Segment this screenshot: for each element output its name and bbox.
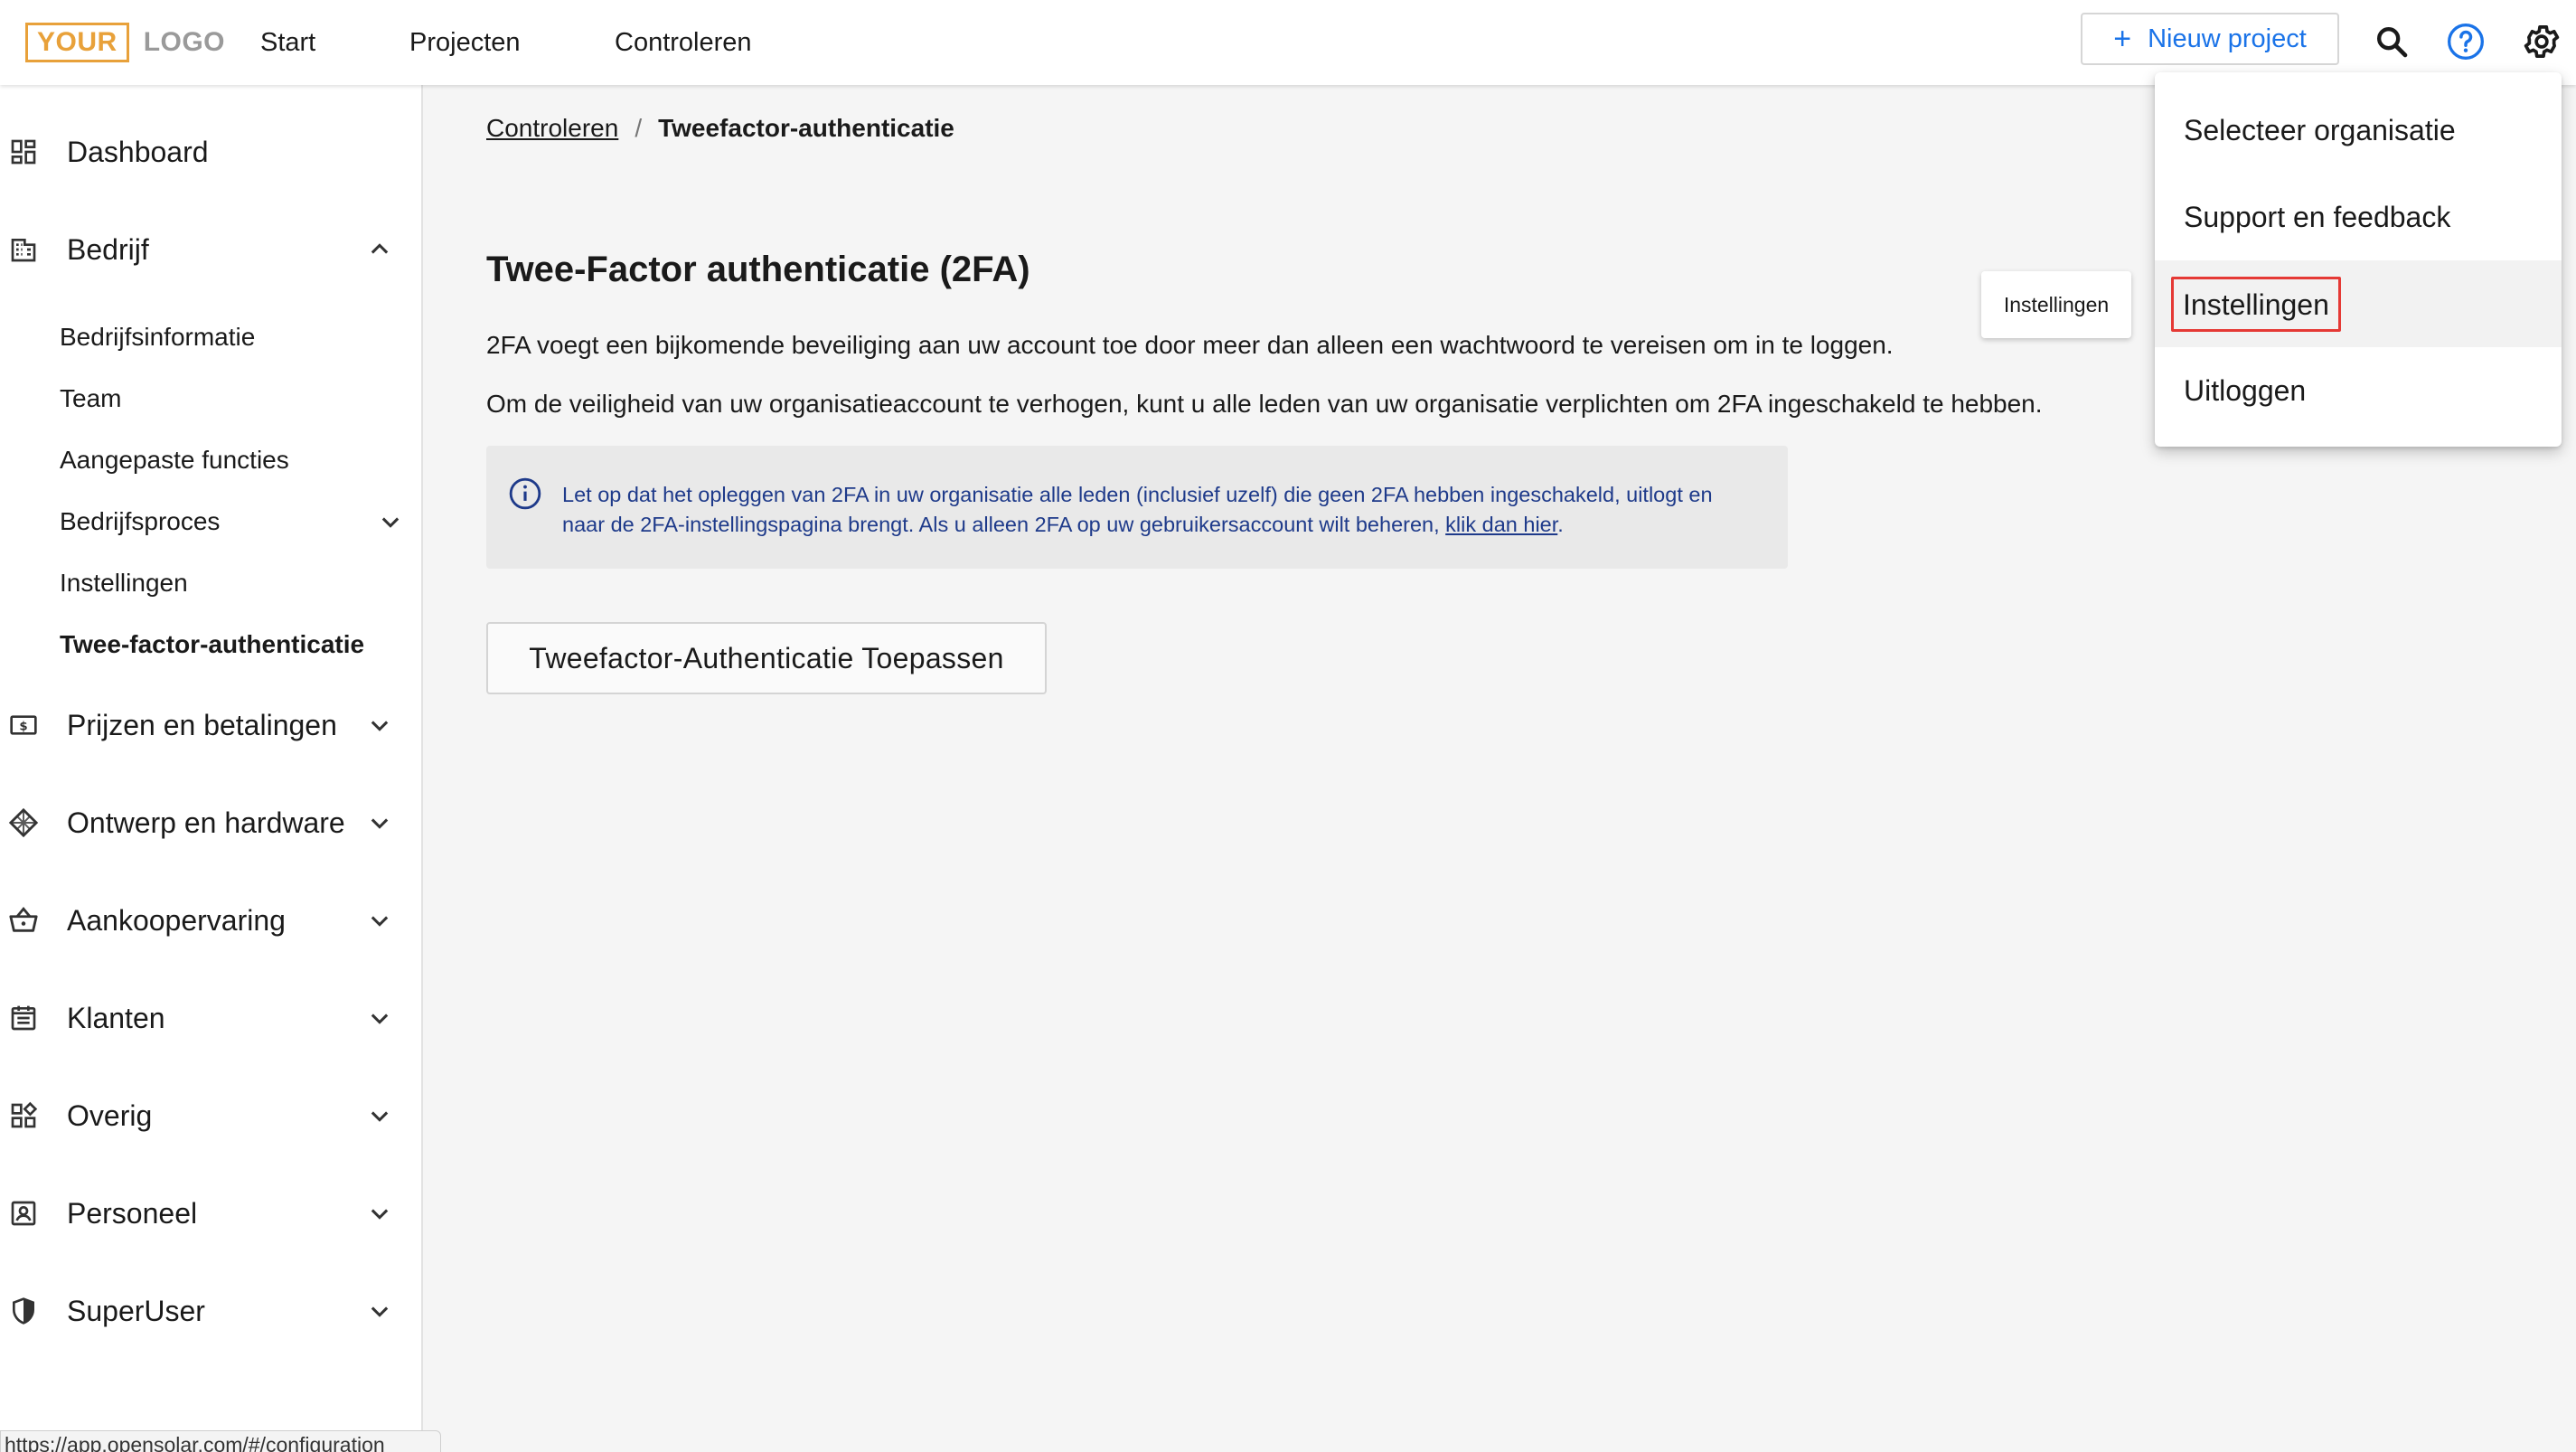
tooltip: Instellingen — [1981, 271, 2131, 338]
grid-diamond-icon — [7, 806, 40, 839]
sidebar-item-aankoopervaring[interactable]: Aankoopervaring — [0, 884, 423, 957]
breadcrumb: Controleren / Tweefactor-authenticatie — [486, 114, 954, 143]
menu-item-selecteer-organisatie[interactable]: Selecteer organisatie — [2155, 87, 2562, 174]
chevron-down-icon[interactable] — [362, 902, 398, 938]
sidebar-item-label: Ontwerp en hardware — [67, 806, 345, 839]
breadcrumb-link-controleren[interactable]: Controleren — [486, 114, 618, 143]
chevron-down-icon[interactable] — [362, 1098, 398, 1134]
sidebar-item-dashboard[interactable]: Dashboard — [0, 116, 423, 188]
sidebar-item-prijzen[interactable]: $ Prijzen en betalingen — [0, 689, 423, 761]
apply-2fa-button[interactable]: Tweefactor-Authenticatie Toepassen — [486, 622, 1047, 694]
info-text-line1: Let op dat het opleggen van 2FA in uw or… — [562, 483, 1713, 506]
chevron-down-icon[interactable] — [362, 707, 398, 743]
status-url: https://app.opensolar.com/#/configuratio… — [0, 1430, 441, 1452]
info-text-end: . — [1557, 513, 1564, 536]
chevron-up-icon[interactable] — [362, 231, 398, 268]
info-icon — [508, 476, 542, 511]
logo-your: YOUR — [25, 23, 129, 62]
sidebar-subitem-team[interactable]: Team — [60, 381, 121, 417]
sidebar-item-label: Dashboard — [67, 135, 209, 168]
description-text: 2FA voegt een bijkomende beveiliging aan… — [486, 331, 1894, 359]
widgets-icon — [7, 1099, 40, 1132]
sidebar-item-label: Overig — [67, 1098, 153, 1132]
sidebar-item-label: Klanten — [67, 1001, 165, 1034]
menu-item-label: Support en feedback — [2184, 200, 2451, 233]
chevron-down-icon[interactable] — [362, 1293, 398, 1329]
sidebar-item-label: Prijzen en betalingen — [67, 708, 337, 741]
new-project-button[interactable]: + Nieuw project — [2081, 13, 2339, 65]
logo[interactable]: YOUR LOGO — [25, 21, 225, 64]
chevron-down-icon[interactable] — [362, 805, 398, 841]
info-notice: Let op dat het opleggen van 2FA in uw or… — [486, 446, 1788, 569]
menu-item-label: Instellingen — [2171, 276, 2341, 332]
nav-projecten[interactable]: Projecten — [409, 0, 521, 85]
sidebar-item-superuser[interactable]: SuperUser — [0, 1275, 423, 1347]
building-icon — [7, 233, 40, 266]
info-link[interactable]: klik dan hier — [1445, 513, 1557, 536]
sidebar-item-klanten[interactable]: Klanten — [0, 982, 423, 1054]
nav-start[interactable]: Start — [260, 0, 315, 85]
sidebar-item-label: Personeel — [67, 1196, 198, 1230]
menu-item-uitloggen[interactable]: Uitloggen — [2155, 347, 2562, 434]
sidebar-subitem-aangepaste-functies[interactable]: Aangepaste functies — [60, 442, 289, 478]
list-icon — [7, 1002, 40, 1034]
basket-icon — [7, 904, 40, 937]
sidebar-item-overig[interactable]: Overig — [0, 1080, 423, 1152]
breadcrumb-current: Tweefactor-authenticatie — [658, 114, 954, 142]
sidebar-item-label: Bedrijf — [67, 232, 149, 266]
breadcrumb-separator: / — [635, 114, 643, 142]
description-text-2: Om de veiligheid van uw organisatieaccou… — [486, 390, 2043, 418]
chevron-down-icon[interactable] — [362, 1000, 398, 1036]
sidebar-item-label: SuperUser — [67, 1294, 205, 1327]
help-icon[interactable] — [2444, 20, 2487, 63]
sidebar-item-personeel[interactable]: Personeel — [0, 1177, 423, 1249]
sidebar-item-label: Aankoopervaring — [67, 903, 286, 937]
dashboard-icon — [7, 136, 40, 168]
menu-item-label: Selecteer organisatie — [2184, 113, 2456, 146]
sidebar-subitem-instellingen[interactable]: Instellingen — [60, 565, 188, 601]
nav-controleren[interactable]: Controleren — [615, 0, 752, 85]
menu-item-instellingen[interactable]: Instellingen — [2155, 260, 2562, 347]
person-card-icon — [7, 1197, 40, 1230]
logo-text: LOGO — [143, 27, 226, 57]
page-title: Twee-Factor authenticatie (2FA) — [486, 250, 1030, 289]
new-project-label: Nieuw project — [2148, 24, 2307, 53]
sidebar: Dashboard Bedrijf Bedrijfsinformatie Tea… — [0, 85, 423, 1452]
search-icon[interactable] — [2370, 20, 2413, 63]
settings-dropdown-menu: Selecteer organisatie Support en feedbac… — [2155, 72, 2562, 447]
info-text: Let op dat het opleggen van 2FA in uw or… — [562, 480, 1764, 540]
sidebar-subitem-bedrijfsinformatie[interactable]: Bedrijfsinformatie — [60, 319, 255, 355]
shield-icon — [7, 1295, 40, 1327]
sidebar-item-ontwerp[interactable]: Ontwerp en hardware — [0, 787, 423, 859]
info-text-line2: naar de 2FA-instellingspagina brengt. Al… — [562, 513, 1440, 536]
menu-item-label: Uitloggen — [2184, 373, 2307, 407]
gear-icon[interactable] — [2520, 20, 2563, 63]
sidebar-subitem-twee-factor[interactable]: Twee-factor-authenticatie — [60, 627, 364, 663]
chevron-down-icon[interactable] — [362, 1195, 398, 1231]
plus-icon: + — [2113, 22, 2132, 56]
chevron-down-icon[interactable] — [372, 504, 409, 540]
svg-text:$: $ — [19, 720, 27, 733]
sidebar-item-bedrijf[interactable]: Bedrijf — [0, 213, 423, 286]
sidebar-subitem-bedrijfsproces[interactable]: Bedrijfsproces — [60, 504, 220, 540]
menu-item-support-feedback[interactable]: Support en feedback — [2155, 174, 2562, 260]
money-icon: $ — [7, 709, 40, 741]
